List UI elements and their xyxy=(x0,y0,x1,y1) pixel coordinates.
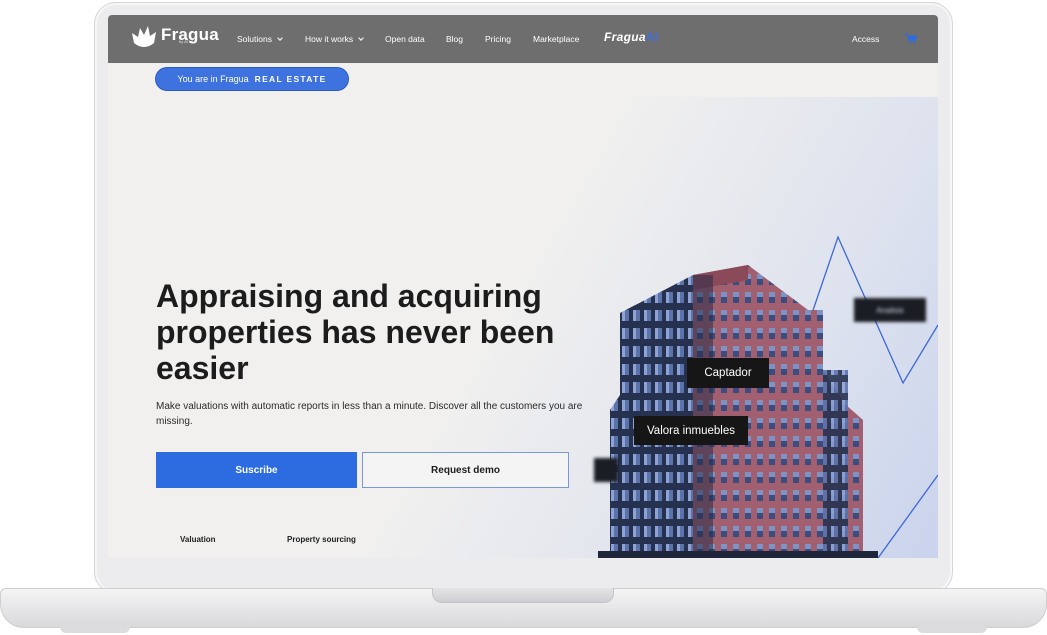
nav-label: Pricing xyxy=(485,34,511,44)
access-link[interactable]: Access xyxy=(852,34,879,44)
segment-pill[interactable]: You are in Fragua REAL ESTATE xyxy=(156,68,348,90)
brand-subtitle: by ATLAS xyxy=(179,39,197,44)
tab-valuation[interactable]: Valuation xyxy=(180,535,216,544)
nav-label: How it works xyxy=(305,34,354,44)
laptop-foot-right xyxy=(917,625,987,633)
hero-title: Appraising and acquiring properties has … xyxy=(156,278,555,386)
tag-captador: Captador xyxy=(687,358,769,388)
pill-segment: REAL ESTATE xyxy=(254,74,327,84)
ai-suffix: AI xyxy=(645,30,659,44)
browser-screen: Fragua by ATLAS Solutions How it works O… xyxy=(108,15,938,558)
nav-label: Blog xyxy=(446,34,464,44)
laptop-notch xyxy=(432,588,614,603)
request-demo-button[interactable]: Request demo xyxy=(362,452,569,488)
ai-brand-name: Fragua xyxy=(604,30,646,44)
cart-icon[interactable] xyxy=(905,33,917,44)
nav-how-it-works[interactable]: How it works xyxy=(305,34,365,44)
pill-prefix: You are in Fragua xyxy=(177,74,249,84)
nav-label: Open data xyxy=(385,34,425,44)
flame-logo-icon xyxy=(132,26,156,47)
subscribe-button[interactable]: Suscribe xyxy=(156,452,357,488)
tab-property-sourcing[interactable]: Property sourcing xyxy=(287,535,356,544)
laptop-foot-left xyxy=(60,625,130,633)
tag-blurred-icon xyxy=(594,458,618,482)
hero-subtitle: Make valuations with automatic reports i… xyxy=(156,401,583,427)
chevron-down-icon xyxy=(277,34,283,41)
building-illustration xyxy=(598,235,938,558)
nav-marketplace[interactable]: Marketplace xyxy=(533,34,579,44)
nav-pricing[interactable]: Pricing xyxy=(485,34,511,44)
nav-label: Solutions xyxy=(237,34,272,44)
tag-valora-inmuebles: Valora inmuebles xyxy=(634,416,748,445)
nav-fragua-ai[interactable]: FraguaAI xyxy=(604,30,658,44)
nav-label: Marketplace xyxy=(533,34,580,44)
navbar: Fragua by ATLAS Solutions How it works O… xyxy=(108,15,938,63)
logo[interactable]: Fragua xyxy=(130,23,219,51)
nav-solutions[interactable]: Solutions xyxy=(237,34,283,44)
chevron-down-icon xyxy=(358,34,365,41)
nav-open-data[interactable]: Open data xyxy=(385,34,425,44)
nav-blog[interactable]: Blog xyxy=(446,34,463,44)
tag-analisis: Analisis xyxy=(854,298,926,322)
